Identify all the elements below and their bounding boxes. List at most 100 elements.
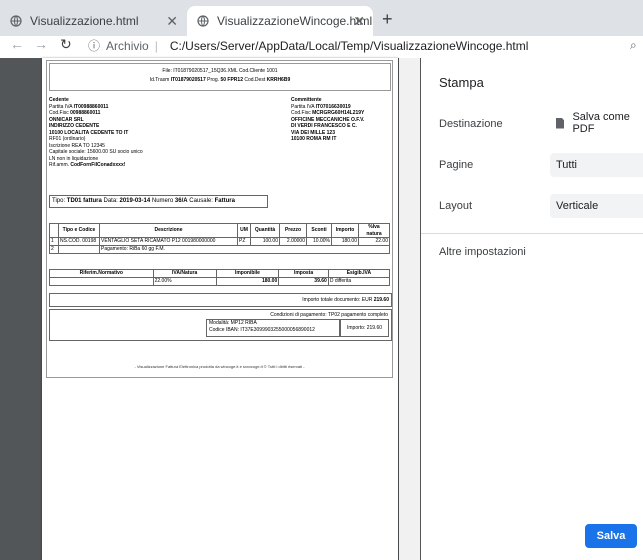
lines-table: Tipo e Codice Descrizione UM Quantità Pr…: [49, 223, 390, 254]
col-header: Riferim.Normativo: [49, 269, 154, 278]
prog-label: Prog.: [205, 76, 221, 83]
committente-name2: DI VERDI FRANCESCO E C.: [291, 123, 357, 129]
cell: 100.00: [250, 237, 280, 246]
col-header: Tipo e Codice: [58, 223, 100, 238]
payment-iban: Codice IBAN: IT37E3099903255000056890012: [209, 326, 315, 333]
destination-value: Salva come PDF: [572, 111, 630, 135]
cell: D differita: [327, 277, 391, 286]
tipo-value: TD01 fattura: [66, 198, 102, 204]
destination-select[interactable]: Salva come PDF: [550, 111, 643, 135]
trasm-label: Id.Trasm: [149, 76, 171, 83]
layout-select[interactable]: Verticale: [550, 194, 643, 218]
tipo-box: Tipo: TD01 fattura Data: 2019-03-14 Nume…: [49, 195, 268, 208]
save-button[interactable]: Salva: [585, 524, 637, 548]
table-row: 1 NS.COD. 00198 VENTAGLIO SETA RICAMATO …: [49, 237, 390, 246]
piva-label: Partita IVA: [49, 103, 74, 110]
committente-block: Committente Partita IVA IT07016630019 Co…: [291, 97, 364, 143]
summary-table: Riferim.Normativo IVA/Natura Imponibile …: [49, 269, 391, 286]
toolbar: ← → ↻ ⓘ Archivio | C:/Users/Server/AppDa…: [0, 36, 643, 58]
dest-label: Cod.Dest: [242, 76, 267, 83]
col-header: [49, 223, 59, 238]
destination-label: Destinazione: [439, 118, 503, 130]
reload-icon[interactable]: ↻: [60, 36, 72, 53]
payment-mode-box: Modalità: MP12 RIBA Codice IBAN: IT37E30…: [206, 319, 340, 337]
cell: 2.00000: [279, 237, 307, 246]
lines-header-row: Tipo e Codice Descrizione UM Quantità Pr…: [49, 223, 390, 238]
data-label: Data:: [101, 198, 120, 204]
dest-value: KRRH6B9: [266, 76, 291, 83]
globe-icon: [10, 15, 22, 27]
col-header: Imponibile: [215, 269, 280, 278]
cell: PZ: [237, 237, 251, 246]
numero-label: Numero: [150, 198, 175, 204]
total-box: Importo totale documento: EUR 219.60: [49, 293, 392, 307]
numero-value: 36/A: [174, 198, 188, 204]
cell: 10.00%: [306, 237, 332, 246]
cell: Pagamento: RiBa 60 gg F.M.: [99, 245, 390, 254]
preview-scrollbar[interactable]: [399, 58, 420, 560]
rif-label: Rif.amm.: [49, 162, 71, 168]
trasm-id: IT01879020517: [170, 76, 206, 83]
invoice-footer: - Visualizzazione Fattura Elettronica pr…: [134, 364, 305, 369]
cell: [58, 245, 100, 254]
cell: 39.60: [278, 277, 329, 286]
more-settings[interactable]: Altre impostazioni: [439, 246, 526, 258]
scheme-label: Archivio: [106, 38, 149, 53]
cell: [49, 277, 154, 286]
data-value: 2019-03-14: [119, 198, 151, 204]
col-header: Sconti: [306, 223, 332, 238]
tab-visualizzazione[interactable]: Visualizzazione.html ✕: [10, 6, 186, 36]
tab-strip: Visualizzazione.html ✕ VisualizzazioneWi…: [0, 0, 643, 36]
info-icon[interactable]: ⓘ: [88, 37, 100, 54]
cell: 180.00: [215, 277, 280, 286]
summary-header-row: Riferim.Normativo IVA/Natura Imponibile …: [49, 269, 391, 278]
cell: 22.00%: [152, 277, 217, 286]
total-value: 219.60: [373, 297, 389, 303]
col-header: Descrizione: [99, 223, 238, 238]
total-label: Importo totale documento: EUR: [302, 297, 374, 303]
layout-label: Layout: [439, 200, 473, 212]
cedente-block: Cedente Partita IVA IT00988860011 Cod.Fi…: [49, 97, 143, 169]
cf-value: MCRGRG60H14L219Y: [312, 110, 365, 116]
globe-icon: [197, 15, 209, 27]
preview-page: File: IT01879020517_15Q36.XML Cod.Client…: [42, 58, 398, 560]
forward-icon[interactable]: →: [34, 36, 48, 52]
payment-amount: Importo: 219.60: [340, 319, 389, 337]
col-header: Importo: [331, 223, 359, 238]
table-row: 22.00% 180.00 39.60 D differita: [49, 277, 391, 286]
cf-label: Cod.Fisc: [291, 110, 313, 116]
tipo-label: Tipo:: [52, 198, 67, 204]
print-preview: File: IT01879020517_15Q36.XML Cod.Client…: [0, 58, 421, 560]
causale-value: Fattura: [214, 198, 235, 204]
col-header: Quantità: [250, 223, 280, 238]
pages-select[interactable]: Tutti: [550, 153, 643, 177]
panel-title: Stampa: [439, 75, 484, 90]
cell: 1: [49, 237, 59, 246]
zoom-icon[interactable]: ⌕: [630, 38, 637, 53]
col-header: Prezzo: [279, 223, 307, 238]
col-header: %Iva natura: [358, 223, 390, 238]
close-icon[interactable]: ✕: [353, 13, 365, 30]
address-bar[interactable]: ⓘ Archivio | C:/Users/Server/AppData/Loc…: [88, 37, 528, 54]
cedente-capitale: Capitale sociale: 15600.00 SU socio unic…: [49, 149, 143, 155]
causale-label: Causale:: [187, 198, 215, 204]
committente-city: 10100 ROMA RM IT: [291, 136, 337, 142]
col-header: UM: [237, 223, 251, 238]
cf-label: Cod.Fisc: [49, 110, 71, 116]
cell: NS.COD. 00198: [58, 237, 100, 246]
print-settings-panel: Stampa Destinazione Salva come PDF Pagin…: [421, 58, 643, 560]
col-header: Esigib.IVA: [327, 269, 391, 278]
new-tab-icon[interactable]: +: [382, 9, 393, 30]
url-text[interactable]: C:/Users/Server/AppData/Local/Temp/Visua…: [170, 39, 529, 53]
invoice-header-box: File: IT01879020517_15Q36.XML Cod.Client…: [49, 63, 391, 91]
back-icon[interactable]: ←: [10, 36, 24, 52]
pages-label: Pagine: [439, 159, 474, 171]
cedente-rif: Rif.amm. CodFornFilConadxxxx!: [49, 162, 143, 169]
cell: VENTAGLIO SETA RICAMATO P12 001980000000: [99, 237, 238, 246]
payment-conditions: Condizioni di pagamento: TP02 pagamento …: [270, 312, 388, 318]
panel-divider: [421, 233, 643, 234]
cell: 22.00: [358, 237, 390, 246]
piva-value: IT00988860011: [73, 103, 109, 110]
tab-visualizzazione-wincoge[interactable]: VisualizzazioneWincoge.html ✕: [187, 6, 373, 36]
close-icon[interactable]: ✕: [166, 13, 178, 30]
